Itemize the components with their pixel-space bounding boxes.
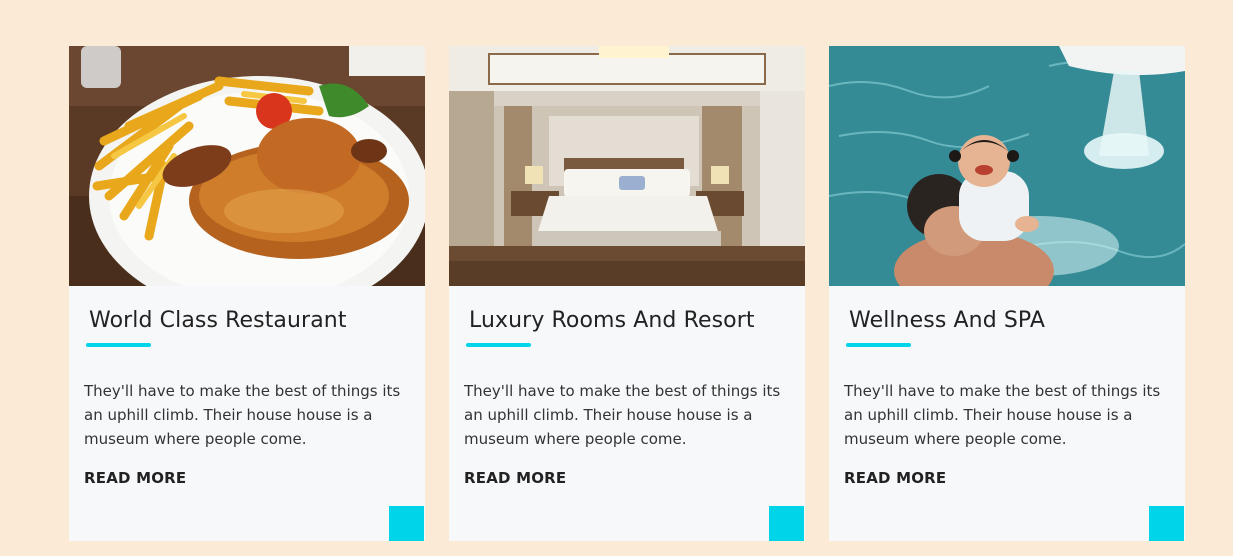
- title-underline: [846, 343, 911, 347]
- card-luxury-rooms: Luxury Rooms And Resort They'll have to …: [449, 46, 805, 541]
- restaurant-image[interactable]: [69, 46, 425, 286]
- card-description: They'll have to make the best of things …: [844, 382, 1161, 448]
- read-more-link[interactable]: READ MORE: [84, 469, 186, 487]
- title-underline: [86, 343, 151, 347]
- feature-cards: World Class Restaurant They'll have to m…: [69, 46, 1185, 541]
- card-description: They'll have to make the best of things …: [464, 382, 781, 448]
- card-title[interactable]: Luxury Rooms And Resort: [469, 308, 755, 333]
- read-more-link[interactable]: READ MORE: [464, 469, 566, 487]
- card-title[interactable]: World Class Restaurant: [89, 308, 347, 333]
- card-title[interactable]: Wellness And SPA: [849, 308, 1045, 333]
- card-wellness-spa: Wellness And SPA They'll have to make th…: [829, 46, 1185, 541]
- card-description: They'll have to make the best of things …: [84, 382, 401, 448]
- corner-accent-button[interactable]: [769, 506, 804, 541]
- luxury-room-image[interactable]: [449, 46, 805, 286]
- title-underline: [466, 343, 531, 347]
- corner-accent-button[interactable]: [389, 506, 424, 541]
- card-restaurant: World Class Restaurant They'll have to m…: [69, 46, 425, 541]
- read-more-link[interactable]: READ MORE: [844, 469, 946, 487]
- spa-image[interactable]: [829, 46, 1185, 286]
- corner-accent-button[interactable]: [1149, 506, 1184, 541]
